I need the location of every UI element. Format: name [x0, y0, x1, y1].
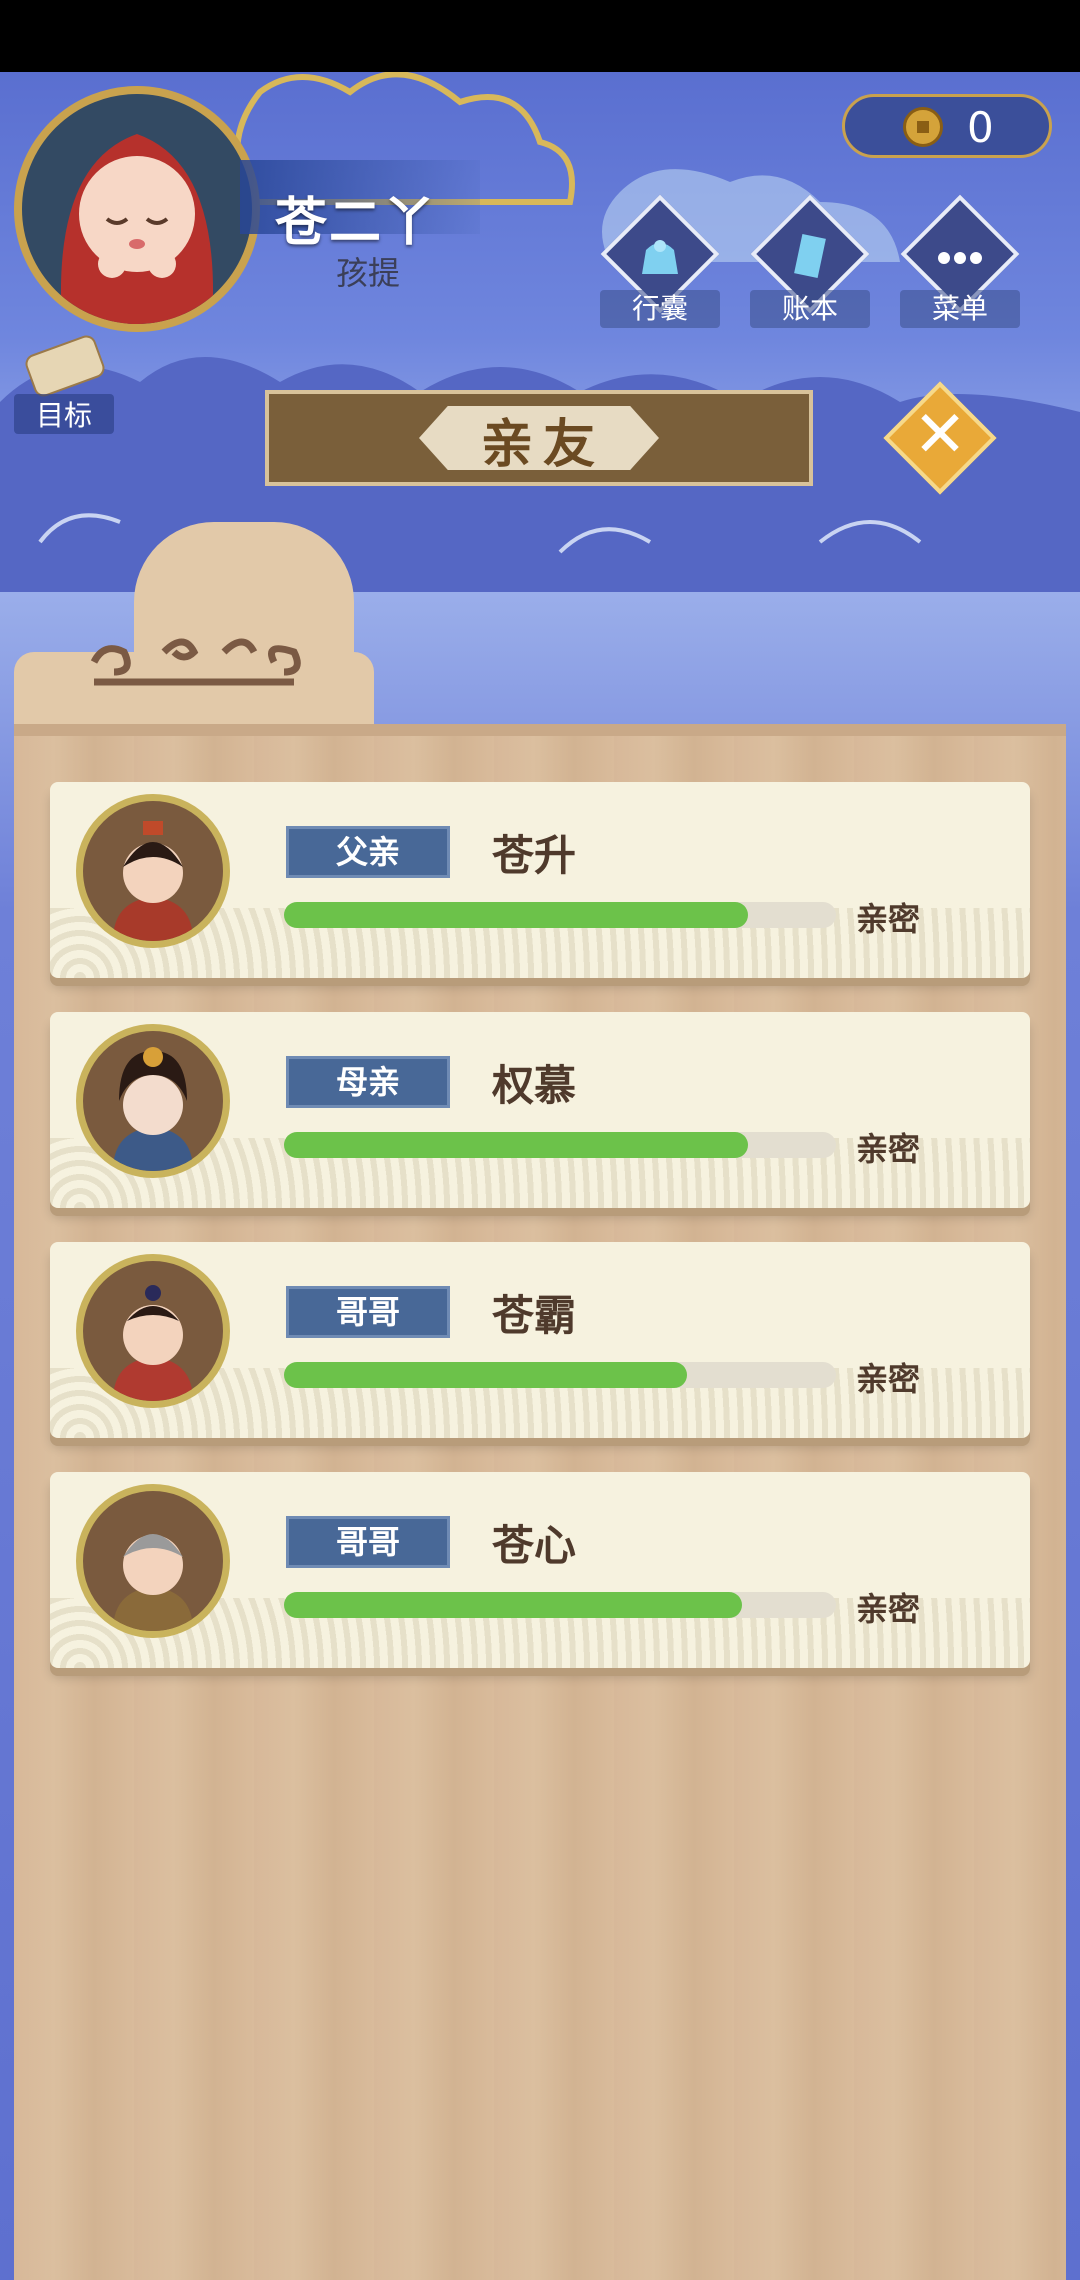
coin-icon	[903, 107, 943, 147]
intimacy-label: 亲密	[856, 900, 921, 938]
portrait-icon	[76, 1254, 230, 1408]
intimacy-bar-fill	[284, 1592, 743, 1618]
intimacy-bar	[284, 1132, 836, 1158]
close-icon[interactable]: ✕	[900, 390, 980, 480]
game-screen: 苍二丫 孩提 0 行囊 账本 菜单 目标 亲友 ✕ 父母	[0, 72, 1080, 2280]
intimacy-bar-fill	[284, 1362, 687, 1388]
relative-card[interactable]: 哥哥 苍霸 亲密	[50, 1242, 1030, 1438]
page-title: 亲友	[480, 415, 605, 475]
relative-card[interactable]: 母亲 权慕 亲密	[50, 1012, 1030, 1208]
relative-card[interactable]: 父亲 苍升 亲密	[50, 782, 1030, 978]
intimacy-bar-fill	[284, 1132, 748, 1158]
coin-counter: 0	[842, 94, 1052, 158]
relation-badge: 哥哥	[286, 1516, 450, 1568]
person-name: 苍霸	[492, 1291, 577, 1340]
portrait-icon	[76, 794, 230, 948]
menu-label: 菜单	[900, 290, 1020, 328]
bag-button[interactable]: 行囊	[600, 194, 720, 342]
ledger-label: 账本	[750, 290, 870, 328]
title-banner: 亲友	[265, 390, 813, 486]
status-bar	[0, 0, 1080, 72]
person-name: 苍心	[492, 1521, 577, 1570]
player-rank: 孩提	[336, 254, 401, 292]
player-name: 苍二丫	[275, 193, 438, 253]
coin-value: 0	[967, 103, 994, 152]
scroll-icon	[22, 332, 108, 400]
intimacy-bar	[284, 1362, 836, 1388]
more-icon	[938, 252, 982, 264]
intimacy-bar	[284, 902, 836, 928]
goal-label: 目标	[14, 394, 114, 434]
player-avatar[interactable]	[14, 86, 260, 332]
goal-button[interactable]: 目标	[14, 332, 114, 444]
intimacy-bar-fill	[284, 902, 748, 928]
intimacy-label: 亲密	[856, 1130, 921, 1168]
bag-icon	[642, 240, 678, 274]
intimacy-label: 亲密	[856, 1360, 921, 1398]
menu-button[interactable]: 菜单	[900, 194, 1020, 342]
relation-badge: 父亲	[286, 826, 450, 878]
relative-card[interactable]: 哥哥 苍心 亲密	[50, 1472, 1030, 1668]
relation-badge: 母亲	[286, 1056, 450, 1108]
portrait-icon	[76, 1024, 230, 1178]
relation-badge: 哥哥	[286, 1286, 450, 1338]
intimacy-label: 亲密	[856, 1590, 921, 1628]
cloud-ornament-icon	[90, 638, 301, 686]
ledger-icon	[794, 233, 826, 279]
intimacy-bar	[284, 1592, 836, 1618]
ledger-button[interactable]: 账本	[750, 194, 870, 342]
person-name: 权慕	[492, 1061, 577, 1110]
bag-label: 行囊	[600, 290, 720, 328]
portrait-icon	[76, 1484, 230, 1638]
person-name: 苍升	[492, 831, 577, 880]
